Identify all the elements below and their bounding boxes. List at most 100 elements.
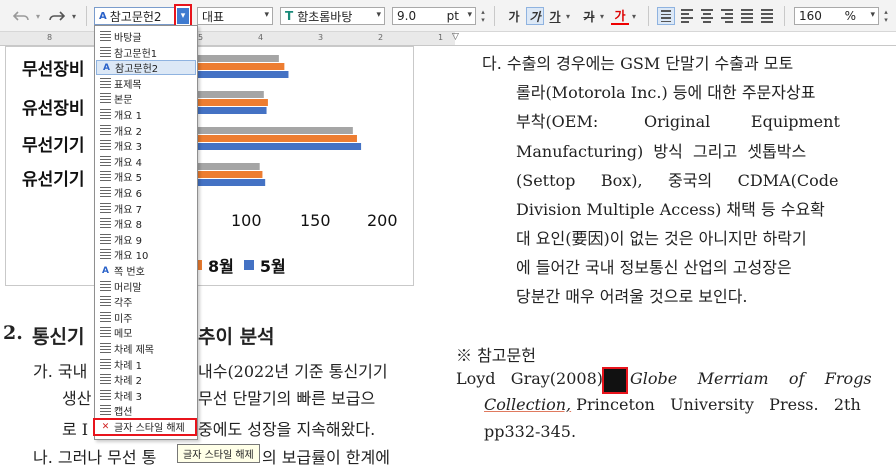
paragraph-style-icon xyxy=(100,124,111,136)
underline-dropdown-icon[interactable]: ▾ xyxy=(564,7,572,25)
style-list-item[interactable]: 개요 1 xyxy=(96,107,196,122)
style-list-item[interactable]: 표제목 xyxy=(96,76,196,91)
style-list-item[interactable]: 참고문헌1 xyxy=(96,45,196,60)
underline-button[interactable]: 가 xyxy=(546,7,564,25)
style-combo-value: 참고문헌2 xyxy=(109,9,162,24)
ruler-number: 8 xyxy=(47,33,53,42)
style-list-item[interactable]: 개요 6 xyxy=(96,185,196,200)
style-list-item[interactable]: 개요 10 xyxy=(96,247,196,262)
zoom-value: 160 xyxy=(799,9,822,23)
style-list-item[interactable]: A 참고문헌2 xyxy=(96,60,196,76)
style-list-item[interactable]: 개요 4 xyxy=(96,154,196,169)
zoom-spinner[interactable]: ▴ ▾ xyxy=(881,7,891,25)
body-line: 무선 단말기의 빠른 보급으 xyxy=(198,389,376,408)
italic-button[interactable]: 가 xyxy=(526,7,544,25)
paragraph-style-combo[interactable]: 대표 ▾ xyxy=(197,7,273,25)
style-list-item[interactable]: 차례 1 xyxy=(96,357,196,372)
zoom-combo[interactable]: 160 % ▾ xyxy=(794,7,879,25)
paragraph-style-icon xyxy=(100,389,111,401)
style-list-item-label: 차례 2 xyxy=(114,376,142,388)
undo-icon[interactable] xyxy=(10,7,32,25)
style-list-item[interactable]: 미주 xyxy=(96,310,196,325)
align-center-button[interactable] xyxy=(698,7,716,25)
bar xyxy=(196,91,264,98)
style-list-item-label: 개요 2 xyxy=(114,126,142,138)
body-line: 의 보급률이 한계에 xyxy=(262,448,390,467)
strike-dropdown-icon[interactable]: ▾ xyxy=(598,7,606,25)
ruler-number: 1 xyxy=(438,33,444,42)
style-list-item[interactable]: 본문 xyxy=(96,91,196,106)
align-distribute-button[interactable] xyxy=(738,7,756,25)
align-right-button[interactable] xyxy=(718,7,736,25)
style-list-item-label: 개요 5 xyxy=(114,173,142,185)
style-list-item-label: 개요 8 xyxy=(114,220,142,232)
style-list-item[interactable]: 각주 xyxy=(96,294,196,309)
strikethrough-button[interactable]: 가 xyxy=(580,7,598,25)
style-list-item[interactable]: 개요 3 xyxy=(96,138,196,153)
style-list-item[interactable]: 차례 2 xyxy=(96,372,196,387)
chevron-down-icon: ▾ xyxy=(870,10,875,20)
style-list-item-label: 차례 제목 xyxy=(114,345,154,356)
body-line: 다. 수출의 경우에는 GSM 단말기 수출과 모토 xyxy=(482,54,794,73)
style-list-item-label: 머리말 xyxy=(114,282,142,294)
style-list-item-label: 개요 10 xyxy=(114,251,149,263)
style-list-item[interactable]: A 쪽 번호 xyxy=(96,263,196,279)
style-list-item[interactable]: 개요 5 xyxy=(96,169,196,184)
paragraph-style-icon xyxy=(100,155,111,167)
style-list-item[interactable]: 개요 7 xyxy=(96,201,196,216)
style-list-item-label: 차례 1 xyxy=(114,360,142,372)
style-list-item[interactable]: 차례 3 xyxy=(96,388,196,403)
style-list-item-label: 개요 6 xyxy=(114,189,142,200)
body-line: Manufacturing) 방식 그리고 셋톱박스 xyxy=(516,142,807,161)
bar xyxy=(196,171,263,178)
paragraph-style-icon xyxy=(100,327,111,339)
body-line: 생산 xyxy=(62,389,92,408)
indent-marker-icon[interactable]: ▽ xyxy=(452,32,459,42)
paragraph-style-icon xyxy=(100,311,111,323)
align-divide-button[interactable] xyxy=(758,7,776,25)
x-tick-label: 150 xyxy=(300,211,331,230)
paragraph-style-icon xyxy=(100,140,111,152)
style-list-item[interactable]: 개요 2 xyxy=(96,123,196,138)
style-list-item[interactable]: 바탕글 xyxy=(96,29,196,44)
body-line: (Settop Box), 중국의 CDMA(Code xyxy=(516,171,839,190)
style-list-item[interactable]: 메모 xyxy=(96,325,196,340)
section-heading: 추이 분석 xyxy=(198,326,275,348)
font-size-spinner[interactable]: ▴ ▾ xyxy=(478,7,488,25)
style-list-item-label: 표제목 xyxy=(114,79,142,91)
style-combo[interactable]: A 참고문헌2 xyxy=(94,7,175,25)
legend-label: 5월 xyxy=(259,257,286,276)
reference-text: Collection, xyxy=(484,395,572,414)
style-list-item[interactable]: 캡션 xyxy=(96,403,196,418)
style-list-item[interactable]: 개요 8 xyxy=(96,216,196,231)
bold-button[interactable]: 가 xyxy=(505,7,523,25)
style-list-item[interactable]: 차례 제목 xyxy=(96,341,196,356)
font-value: 함초롬바탕 xyxy=(297,9,353,24)
style-list-item-label: 개요 1 xyxy=(114,111,142,122)
bar xyxy=(196,71,289,78)
paragraph-style-icon xyxy=(100,405,111,417)
style-list-item-label: 캡션 xyxy=(114,407,133,419)
bar xyxy=(196,107,267,114)
font-color-button[interactable]: 가 xyxy=(611,7,629,25)
redo-icon[interactable] xyxy=(46,7,68,25)
highlight-box xyxy=(93,418,197,436)
undo-dropdown-icon[interactable]: ▾ xyxy=(34,7,42,25)
zoom-unit: % xyxy=(844,9,856,23)
redo-dropdown-icon[interactable]: ▾ xyxy=(70,7,78,25)
paragraph-style-icon xyxy=(100,187,111,198)
text-cursor-block[interactable] xyxy=(602,367,628,394)
style-dropdown-list[interactable]: 바탕글 참고문헌1 A 참고문헌2 표제목본문개요 1 개요 2 개요 3 개요 4 개요 5 개… xyxy=(94,25,198,440)
bar xyxy=(196,99,268,106)
style-list-item[interactable]: 머리말 xyxy=(96,279,196,294)
align-justify-button[interactable] xyxy=(657,7,675,25)
font-color-dropdown-icon[interactable]: ▾ xyxy=(630,7,638,25)
style-list-item[interactable]: 개요 9 xyxy=(96,232,196,247)
ruler-number: 4 xyxy=(258,33,264,42)
reference-title: ※ 참고문헌 xyxy=(456,346,536,365)
font-size-combo[interactable]: 9.0 pt ▾ xyxy=(392,7,476,25)
section-heading-number: 2. xyxy=(3,322,23,344)
align-left-button[interactable] xyxy=(678,7,696,25)
font-combo[interactable]: T 함초롬바탕 ▾ xyxy=(280,7,385,25)
style-list-item-label: 본문 xyxy=(114,95,133,107)
